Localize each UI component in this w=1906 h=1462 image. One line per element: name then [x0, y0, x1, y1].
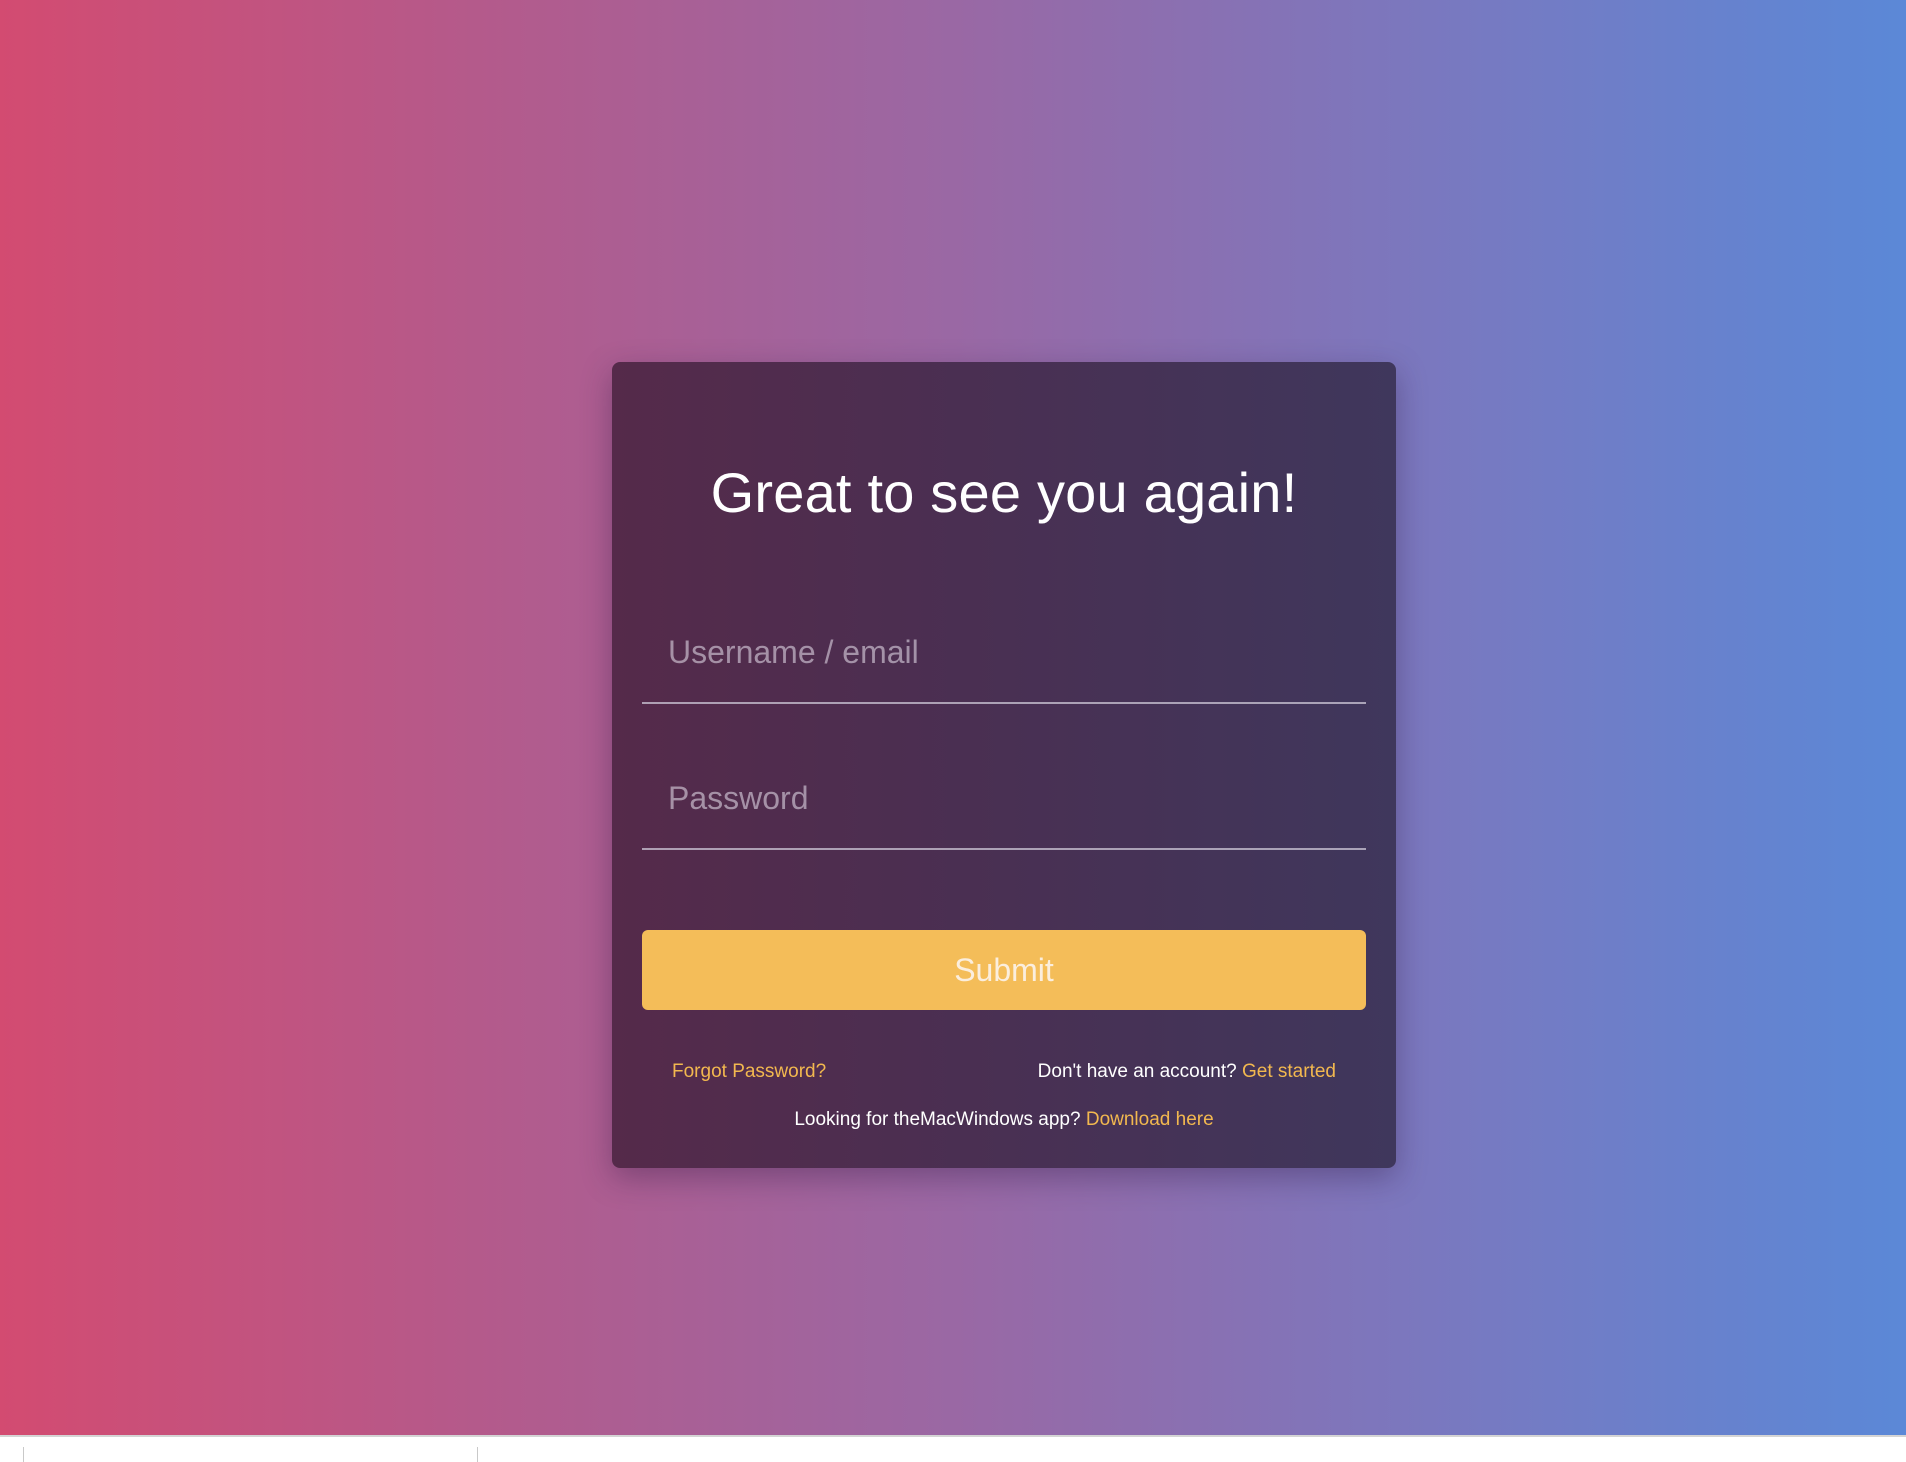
- bottom-bar-divider: [477, 1447, 478, 1462]
- submit-button[interactable]: Submit: [642, 930, 1366, 1010]
- bottom-bar-divider: [23, 1447, 24, 1462]
- get-started-link[interactable]: Get started: [1242, 1061, 1336, 1082]
- app-prompt-text: Looking for theMacWindows app?: [794, 1109, 1081, 1130]
- login-card: Great to see you again! Submit Forgot Pa…: [612, 362, 1396, 1168]
- password-field: [642, 748, 1366, 850]
- gradient-background: Great to see you again! Submit Forgot Pa…: [0, 0, 1906, 1435]
- password-input[interactable]: [642, 748, 1366, 848]
- username-input[interactable]: [642, 602, 1366, 702]
- bottom-bar: [0, 1435, 1906, 1462]
- download-prompt: Looking for theMacWindows app? Download …: [612, 1109, 1396, 1131]
- username-field: [642, 602, 1366, 704]
- forgot-password-link[interactable]: Forgot Password?: [672, 1061, 826, 1083]
- links-row: Forgot Password? Don't have an account? …: [672, 1061, 1336, 1089]
- page: Great to see you again! Submit Forgot Pa…: [0, 0, 1906, 1462]
- no-account-text: Don't have an account?: [1037, 1061, 1237, 1082]
- signup-prompt: Don't have an account? Get started: [1038, 1061, 1336, 1083]
- page-title: Great to see you again!: [710, 461, 1298, 524]
- download-link[interactable]: Download here: [1086, 1109, 1214, 1130]
